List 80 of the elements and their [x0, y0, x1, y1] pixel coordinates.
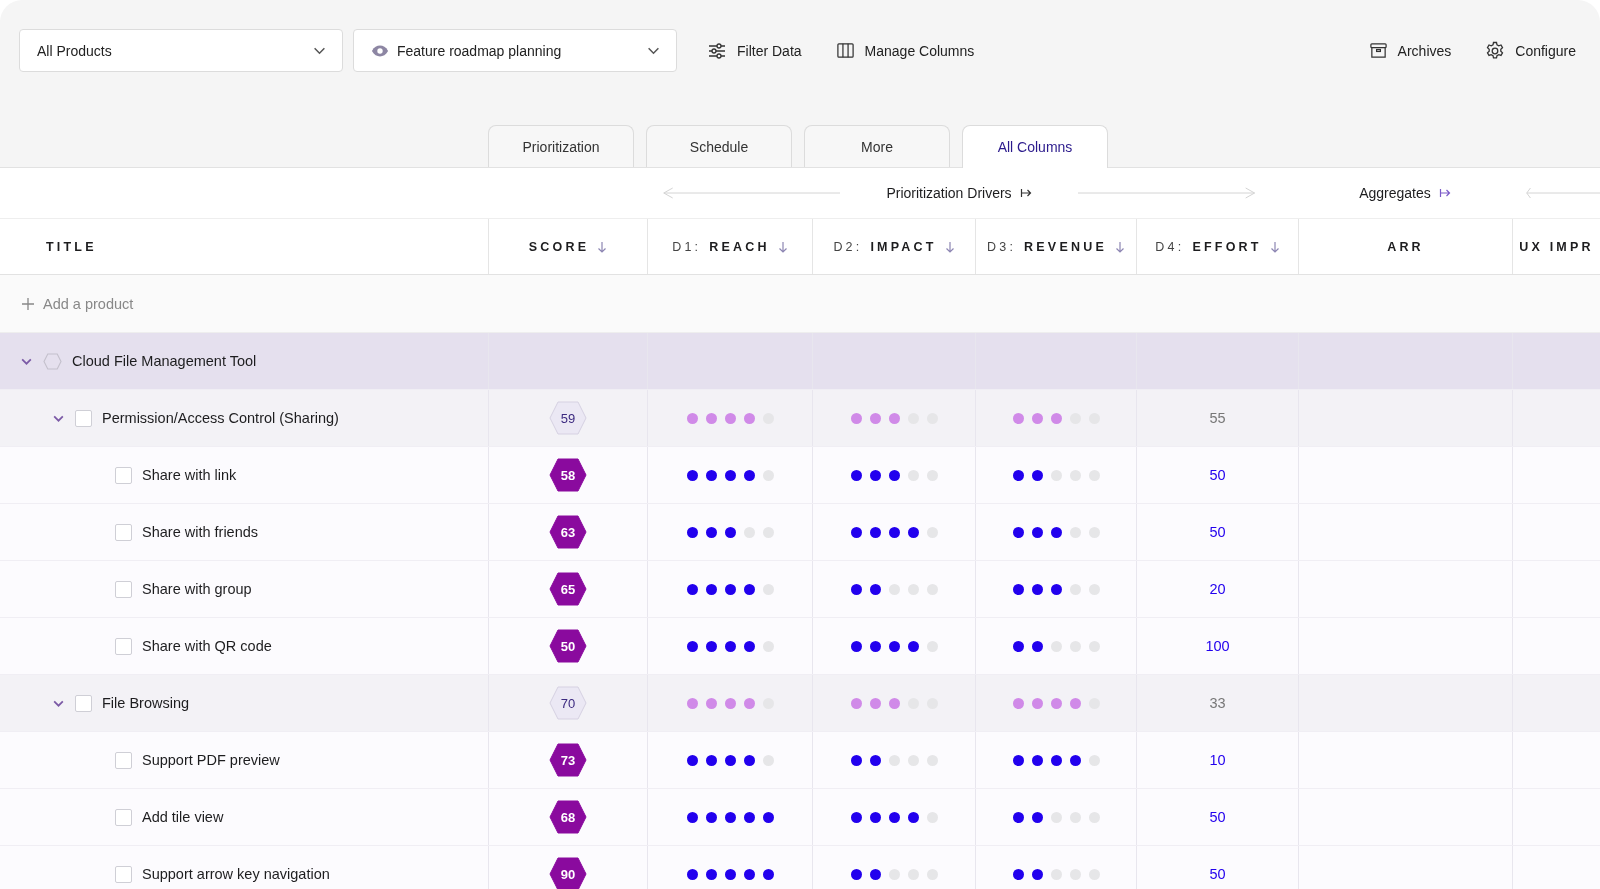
checkbox[interactable] [75, 409, 92, 427]
column-header[interactable]: D2: IMPACT [812, 219, 975, 274]
effort-value: 50 [1209, 866, 1226, 882]
row-title: Cloud File Management Tool [72, 353, 257, 369]
dropdown[interactable]: All Products [19, 29, 343, 72]
column-header[interactable]: UX IMPR [1512, 219, 1600, 274]
table-row[interactable]: Share with group 65 20 [0, 561, 1600, 618]
archive-box-icon [1368, 41, 1388, 60]
tab[interactable]: Prioritization [488, 125, 634, 167]
score-badge: 65 [549, 572, 587, 606]
sort-arrow-icon[interactable] [777, 240, 788, 253]
column-group-label: Prioritization Drivers [886, 185, 1012, 201]
columns-icon [835, 41, 855, 60]
table-row[interactable]: Permission/Access Control (Sharing) 59 55 [0, 390, 1600, 447]
table-row[interactable]: Share with link 58 50 [0, 447, 1600, 504]
score-badge: 73 [549, 743, 587, 777]
score-badge: 70 [549, 686, 587, 720]
row-title: Share with link [142, 467, 237, 483]
column-group-label: Aggregates [1359, 185, 1431, 201]
plus-icon [21, 296, 35, 311]
table-row[interactable]: Add tile view 68 50 [0, 789, 1600, 846]
row-title: Share with friends [142, 524, 259, 540]
row-title: Support arrow key navigation [142, 866, 330, 882]
score-badge: 63 [549, 515, 587, 549]
score-badge: 90 [549, 857, 587, 889]
column-header[interactable]: SCORE [488, 219, 647, 274]
effort-value: 10 [1209, 752, 1226, 768]
effort-value: 50 [1209, 467, 1226, 483]
effort-value: 50 [1209, 809, 1226, 825]
column-header[interactable]: D1: REACH [647, 219, 812, 274]
checkbox[interactable] [115, 808, 132, 826]
hexagon-icon [43, 352, 62, 370]
expand-right-icon[interactable] [1019, 187, 1032, 199]
table-row[interactable]: Support PDF preview 73 10 [0, 732, 1600, 789]
sort-arrow-icon[interactable] [597, 240, 608, 253]
column-header[interactable]: D4: EFFORT [1136, 219, 1298, 274]
toolbar-button[interactable]: Configure [1481, 34, 1580, 67]
score-badge: 59 [549, 401, 587, 435]
effort-value: 100 [1205, 638, 1230, 654]
toolbar-button[interactable]: Filter Data [703, 34, 806, 67]
checkbox[interactable] [115, 865, 132, 883]
row-title: Support PDF preview [142, 752, 280, 768]
row-title: Share with QR code [142, 638, 272, 654]
checkbox[interactable] [115, 637, 132, 655]
sort-arrow-icon[interactable] [944, 240, 955, 253]
table-row[interactable]: Support arrow key navigation 90 50 [0, 846, 1600, 889]
add-product-button[interactable]: Add a product [19, 291, 136, 316]
row-title: File Browsing [102, 695, 190, 711]
row-title: Add tile view [142, 809, 224, 825]
tab[interactable]: All Columns [962, 125, 1108, 168]
toolbar-button[interactable]: Archives [1364, 35, 1456, 66]
effort-value: 33 [1209, 695, 1226, 711]
score-badge: 58 [549, 458, 587, 492]
checkbox[interactable] [115, 751, 132, 769]
checkbox[interactable] [115, 523, 132, 541]
checkbox[interactable] [115, 466, 132, 484]
table-row[interactable]: File Browsing 70 33 [0, 675, 1600, 732]
score-badge: 68 [549, 800, 587, 834]
sort-arrow-icon[interactable] [1269, 240, 1280, 253]
tab[interactable]: More [804, 125, 950, 167]
column-header[interactable]: TITLE [0, 219, 488, 274]
dropdown[interactable]: Feature roadmap planning [353, 29, 677, 72]
sort-arrow-icon[interactable] [1114, 240, 1125, 253]
tab[interactable]: Schedule [646, 125, 792, 167]
table-row[interactable]: Cloud File Management Tool [0, 333, 1600, 390]
effort-value: 55 [1209, 410, 1226, 426]
checkbox[interactable] [75, 694, 92, 712]
settings-icon [1485, 40, 1506, 61]
effort-value: 20 [1209, 581, 1226, 597]
column-header[interactable]: ARR [1298, 219, 1512, 274]
table-row[interactable]: Share with friends 63 50 [0, 504, 1600, 561]
column-header[interactable]: D3: REVENUE [975, 219, 1136, 274]
sliders-icon [707, 40, 727, 61]
row-title: Permission/Access Control (Sharing) [102, 410, 339, 426]
table-row[interactable]: Share with QR code 50 100 [0, 618, 1600, 675]
row-title: Share with group [142, 581, 252, 597]
checkbox[interactable] [115, 580, 132, 598]
score-badge: 50 [549, 629, 587, 663]
toolbar-button[interactable]: Manage Columns [831, 35, 979, 66]
effort-value: 50 [1209, 524, 1226, 540]
